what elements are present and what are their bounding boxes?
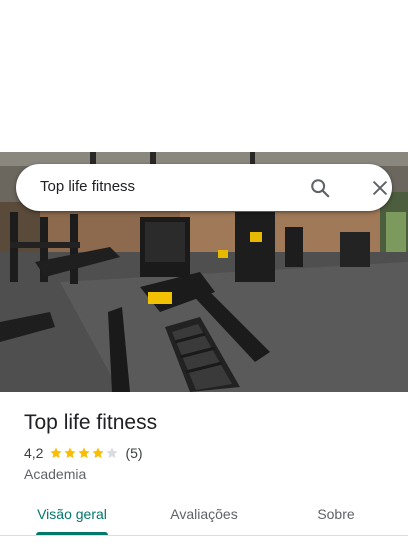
place-tabs: Visão geral Avaliações Sobre [0, 492, 408, 536]
search-input[interactable]: Top life fitness [40, 178, 135, 196]
divider [0, 535, 408, 536]
rating-value: 4,2 [24, 445, 44, 461]
star-filled-icon [92, 447, 105, 458]
search-button[interactable] [306, 174, 334, 202]
rating-row[interactable]: 4,2 (5) [24, 444, 143, 462]
place-title: Top life fitness [24, 411, 158, 434]
rating-stars [49, 446, 119, 460]
star-empty-icon [106, 447, 119, 458]
tab-about[interactable]: Sobre [268, 492, 404, 536]
search-icon [311, 179, 330, 198]
tab-reviews[interactable]: Avaliações [136, 492, 272, 536]
star-filled-icon [50, 447, 63, 458]
close-icon [373, 181, 387, 195]
star-filled-icon [64, 447, 77, 458]
search-bar[interactable]: Top life fitness [16, 164, 392, 211]
tab-overview[interactable]: Visão geral [0, 492, 144, 536]
review-count[interactable]: (5) [125, 445, 142, 461]
map-blank-area [0, 0, 408, 152]
place-category[interactable]: Academia [24, 465, 86, 483]
star-filled-icon [78, 447, 91, 458]
close-button[interactable] [366, 174, 394, 202]
